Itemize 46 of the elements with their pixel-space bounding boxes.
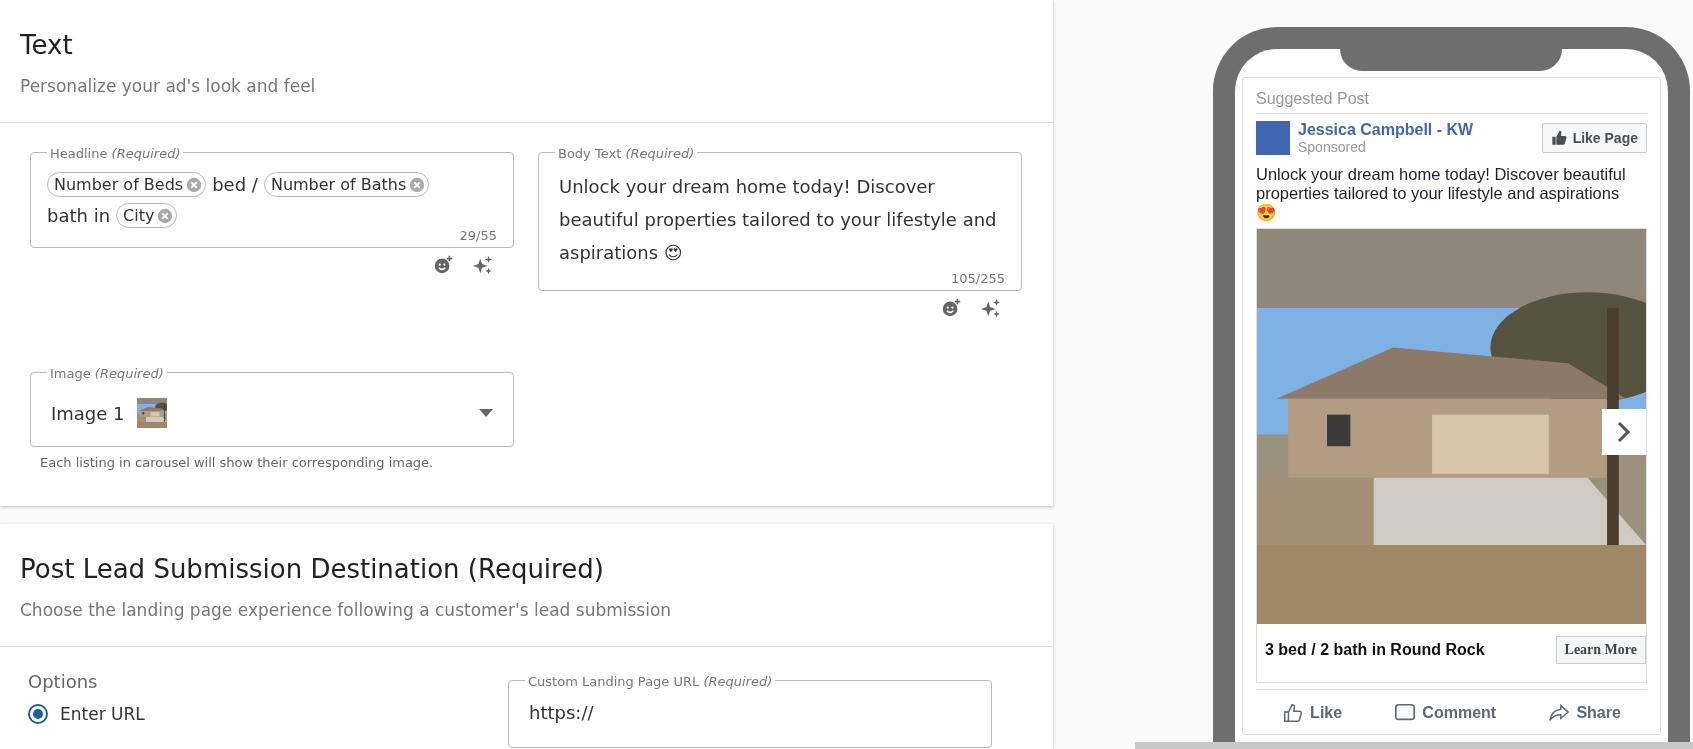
sponsored-label: Sponsored bbox=[1298, 139, 1367, 155]
share-icon bbox=[1548, 701, 1571, 724]
page-name[interactable]: Jessica Campbell - KW bbox=[1298, 121, 1534, 139]
remove-icon bbox=[156, 206, 175, 225]
field-label: Custom Landing Page URL (Required) bbox=[528, 674, 773, 689]
token-chip[interactable]: Number of Baths bbox=[263, 172, 430, 197]
emoji-add-icon[interactable] bbox=[432, 254, 454, 276]
headline-text: bath in bbox=[47, 205, 111, 226]
radio-option[interactable]: Enter URL bbox=[28, 704, 456, 724]
field-label: Image (Required) bbox=[50, 366, 164, 381]
post-action[interactable]: Comment bbox=[1394, 701, 1497, 724]
card-title: Text bbox=[20, 30, 74, 60]
remove-icon bbox=[185, 175, 204, 194]
page-avatar bbox=[1256, 121, 1290, 155]
sparkle-icon[interactable] bbox=[980, 297, 1002, 319]
like-page-button[interactable]: Like Page bbox=[1541, 123, 1647, 153]
post-text: Unlock your dream home today! Discover beautiful properties tailored to your lifestyle and aspirations 😍 bbox=[1256, 165, 1627, 222]
token-chip[interactable]: City bbox=[116, 203, 178, 228]
select-value: Image 1 bbox=[51, 402, 125, 424]
chevron-right-icon bbox=[1617, 420, 1631, 443]
url-value: https:// bbox=[528, 701, 595, 725]
token-chip[interactable]: Number of Beds bbox=[47, 172, 207, 197]
sparkle-icon[interactable] bbox=[472, 254, 494, 276]
emoji-add-icon[interactable] bbox=[940, 297, 962, 319]
char-counter: 105/255 bbox=[950, 271, 1005, 286]
field-label: Body Text (Required) bbox=[558, 146, 695, 161]
learn-more-button[interactable]: Learn More bbox=[1555, 635, 1646, 664]
remove-icon bbox=[408, 175, 427, 194]
caret-icon bbox=[479, 409, 493, 417]
card-subtitle: Choose the landing page experience following a customer's lead submission bbox=[20, 600, 673, 620]
thumbs-up-icon bbox=[1282, 701, 1305, 724]
next-button[interactable] bbox=[1602, 408, 1646, 455]
post-action[interactable]: Share bbox=[1548, 701, 1621, 724]
char-counter: 29/55 bbox=[458, 228, 497, 243]
card-title: Post Lead Submission Destination (Required) bbox=[20, 554, 605, 584]
post-header: Suggested Post bbox=[1256, 78, 1647, 114]
body-text: Unlock your dream home today! Discover beautiful properties tailored to your lifestyle and aspirations 😍 bbox=[558, 175, 998, 265]
thumbs-up-icon bbox=[1550, 130, 1567, 146]
card-subtitle: Personalize your ad's look and feel bbox=[20, 76, 317, 96]
options-label: Options bbox=[28, 671, 99, 692]
carousel-caption: 3 bed / 2 bath in Round Rock bbox=[1265, 640, 1485, 659]
post-action[interactable]: Like bbox=[1282, 701, 1343, 724]
field-label: Headline (Required) bbox=[50, 146, 181, 161]
helper-text: Each listing in carousel will show their corresponding image. bbox=[40, 455, 435, 470]
scrollbar[interactable] bbox=[1135, 742, 1693, 749]
headline-text: bed / bbox=[212, 174, 258, 195]
